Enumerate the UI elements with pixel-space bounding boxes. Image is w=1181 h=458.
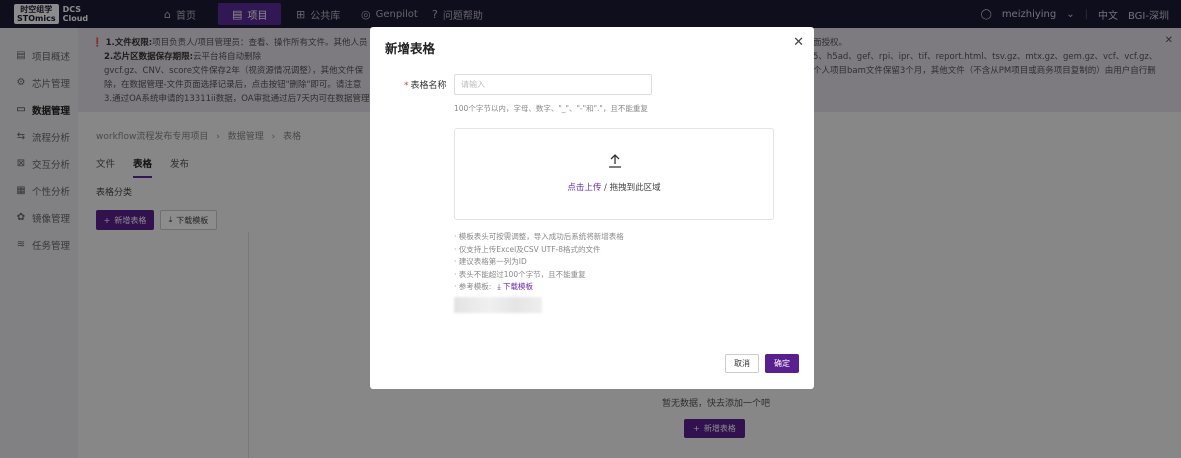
reference-template-label: 参考模板:: [458, 282, 492, 291]
table-name-input[interactable]: [454, 74, 652, 95]
note-item: · 建议表格第一列为ID: [454, 257, 527, 266]
upload-icon: [609, 154, 621, 168]
dialog-title: 新增表格: [385, 41, 436, 56]
note-text: 仅支持上传Excel及CSV UTF-8格式的文件: [458, 244, 601, 254]
table-name-hint: 100个字节以内，字母、数字、"_"、"-"和"."，且不能重复: [454, 104, 648, 113]
note-text: 表头不能超过100个字节，且不能重复: [458, 269, 586, 279]
upload-notes: · 模板表头可按需调整，导入成功后系统将新增表格 · 仅支持上传Excel及CS…: [454, 231, 624, 294]
cancel-button[interactable]: 取消: [725, 354, 759, 373]
download-template-link-text: 下载模板: [503, 282, 534, 291]
close-icon[interactable]: ✕: [793, 35, 804, 50]
note-item: · 参考模板: ⤓ 下载模板: [454, 282, 534, 291]
blurred-content: [454, 297, 542, 313]
confirm-button[interactable]: 确定: [765, 354, 799, 373]
note-text: 模板表头可按需调整，导入成功后系统将新增表格: [458, 232, 624, 241]
required-mark: *: [404, 81, 409, 91]
add-table-dialog: 新增表格 ✕ *表格名称 100个字节以内，字母、数字、"_"、"-"和"."，…: [370, 27, 814, 389]
note-text: 建议表格第一列为ID: [458, 257, 527, 266]
upload-dropzone[interactable]: 点击上传 / 拖拽到此区域: [454, 128, 774, 220]
note-item: · 表头不能超过100个字节，且不能重复: [454, 269, 586, 279]
upload-text: 点击上传 / 拖拽到此区域: [455, 181, 773, 193]
table-name-label-text: 表格名称: [410, 81, 447, 91]
upload-drag-text: / 拖拽到此区域: [601, 183, 661, 193]
upload-click-link[interactable]: 点击上传: [567, 183, 601, 193]
download-template-link[interactable]: ⤓ 下载模板: [497, 282, 533, 291]
note-item: · 仅支持上传Excel及CSV UTF-8格式的文件: [454, 244, 601, 254]
note-item: · 模板表头可按需调整，导入成功后系统将新增表格: [454, 232, 624, 241]
table-name-label: * 表格名称: [404, 78, 447, 91]
